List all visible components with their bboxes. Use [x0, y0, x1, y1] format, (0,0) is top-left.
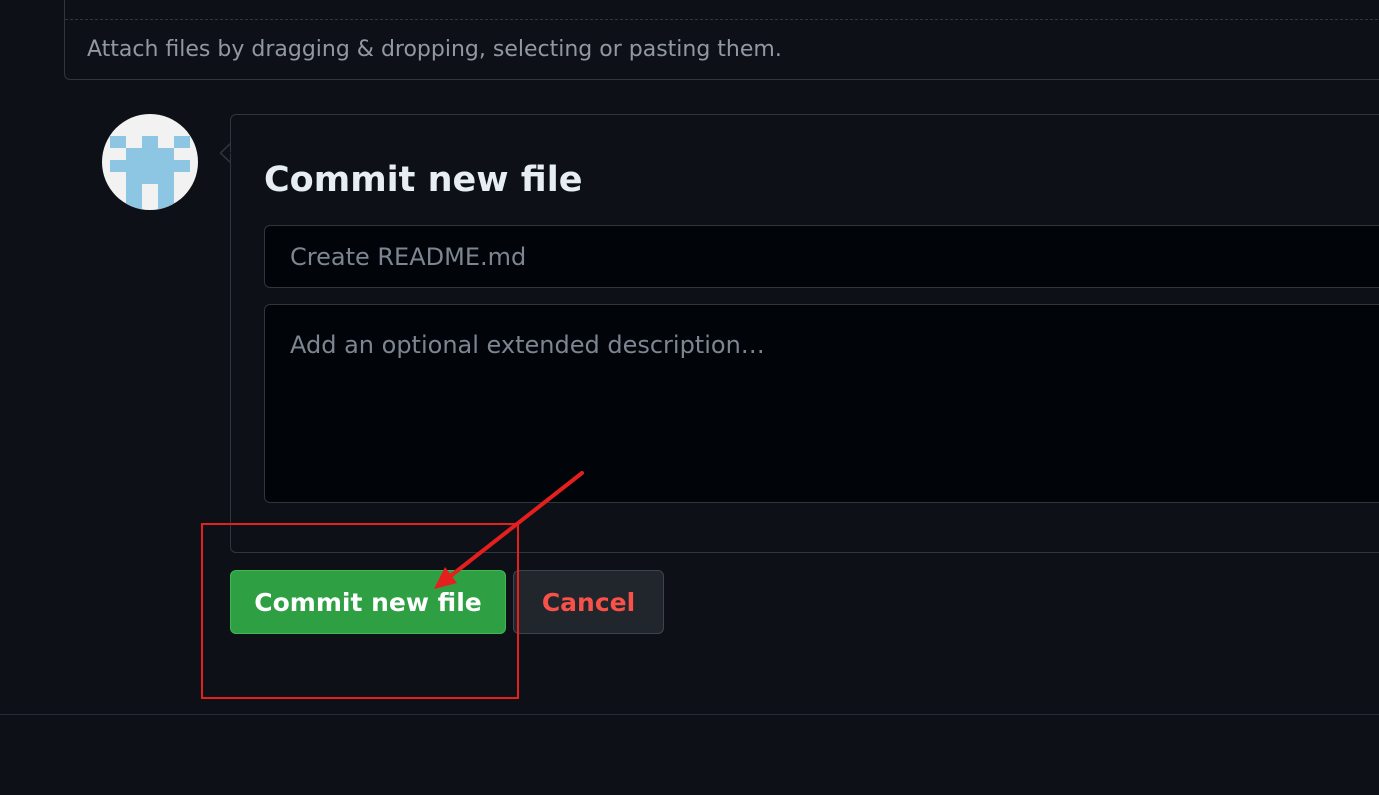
- attach-divider: [65, 19, 1379, 20]
- footer-divider: [0, 714, 1379, 715]
- commit-box-caret: [219, 142, 241, 164]
- commit-description-input[interactable]: [264, 304, 1379, 503]
- user-avatar[interactable]: [102, 114, 198, 210]
- commit-title: Commit new file: [264, 160, 583, 200]
- annotation-highlight-rectangle: [201, 523, 519, 699]
- attach-files-hint[interactable]: Attach files by dragging & dropping, sel…: [87, 38, 782, 62]
- commit-summary-input[interactable]: [264, 225, 1379, 288]
- cancel-button[interactable]: Cancel: [513, 570, 664, 634]
- identicon-avatar-icon: [102, 114, 198, 210]
- attach-files-panel[interactable]: Attach files by dragging & dropping, sel…: [64, 0, 1379, 80]
